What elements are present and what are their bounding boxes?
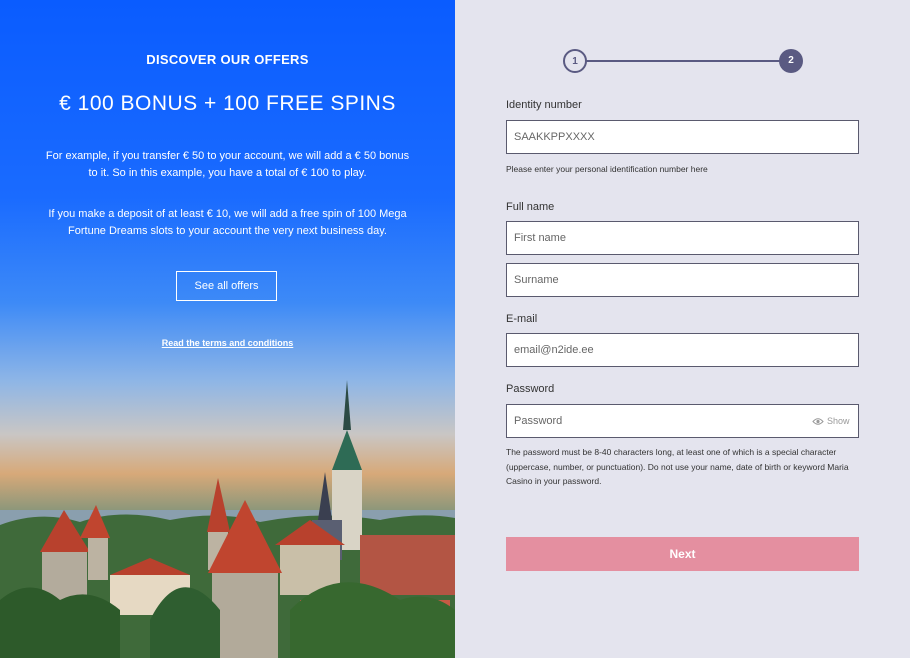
promo-panel: DISCOVER OUR OFFERS € 100 BONUS + 100 FR… <box>0 0 455 658</box>
terms-link[interactable]: Read the terms and conditions <box>0 338 455 348</box>
promo-paragraph-2: If you make a deposit of at least € 10, … <box>48 208 407 237</box>
identity-number-input[interactable] <box>506 120 859 154</box>
registration-panel: 1 2 Identity number Please enter your pe… <box>455 0 910 658</box>
step-1-circle[interactable]: 1 <box>563 49 587 73</box>
password-label: Password <box>506 383 555 395</box>
email-label: E-mail <box>506 313 538 325</box>
see-all-offers-button[interactable]: See all offers <box>176 271 277 301</box>
step-indicator: 1 2 <box>563 49 803 73</box>
next-button[interactable]: Next <box>506 537 859 571</box>
password-hint: The password must be 8-40 characters lon… <box>506 447 849 486</box>
identity-number-hint: Please enter your personal identificatio… <box>506 164 708 174</box>
email-input[interactable] <box>506 333 859 367</box>
full-name-label: Full name <box>506 201 555 213</box>
eye-icon <box>812 417 824 425</box>
show-password-toggle[interactable]: Show <box>812 416 850 426</box>
step-2-circle: 2 <box>779 49 803 73</box>
promo-paragraph-1: For example, if you transfer € 50 to you… <box>45 150 410 179</box>
identity-number-label: Identity number <box>506 99 582 111</box>
surname-input[interactable] <box>506 263 859 297</box>
promo-headline: € 100 BONUS + 100 FREE SPINS <box>59 92 396 115</box>
promo-eyebrow: DISCOVER OUR OFFERS <box>146 52 309 67</box>
show-password-label: Show <box>827 416 850 426</box>
city-skyline-image <box>0 380 455 658</box>
step-connector <box>585 60 781 62</box>
password-input[interactable] <box>506 404 859 438</box>
first-name-input[interactable] <box>506 221 859 255</box>
